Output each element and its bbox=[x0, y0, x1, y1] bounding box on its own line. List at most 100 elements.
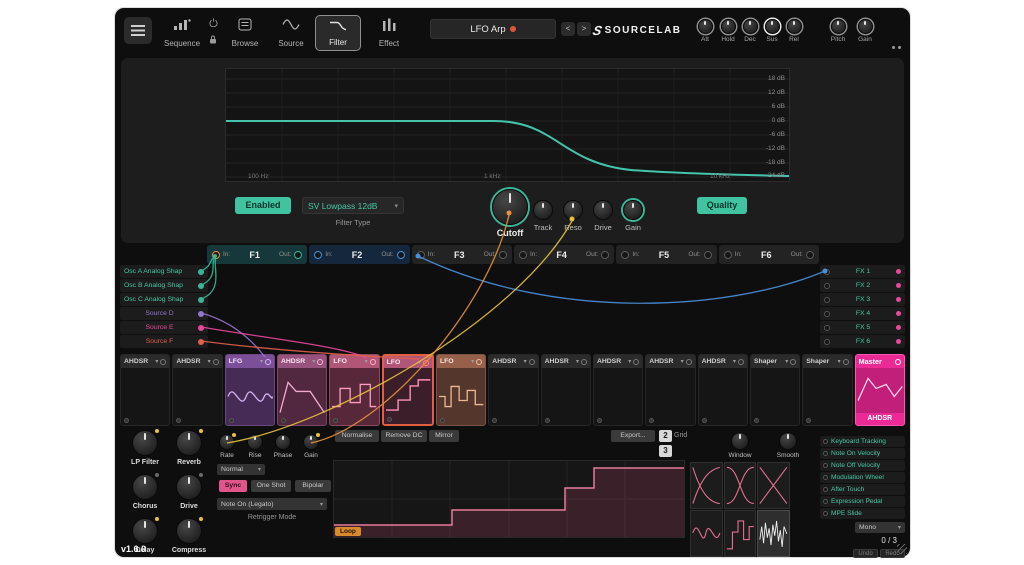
mod-output-port[interactable] bbox=[476, 358, 483, 365]
wave-preset-steps[interactable] bbox=[723, 509, 757, 557]
tab-sequence[interactable]: Sequence bbox=[159, 15, 205, 51]
fx-row[interactable]: FX 6 bbox=[820, 335, 905, 348]
drive-fx-knob[interactable]: Drive bbox=[167, 473, 211, 510]
preset-display[interactable]: LFO Arp bbox=[430, 19, 556, 39]
mod-input-port[interactable] bbox=[124, 418, 129, 423]
lock-icon[interactable] bbox=[209, 35, 217, 44]
filter-slot-f4[interactable]: In: F4 Out: bbox=[513, 245, 615, 264]
mod-output-port[interactable] bbox=[369, 358, 376, 365]
filter-out-port[interactable] bbox=[396, 250, 405, 259]
mod-output-port[interactable] bbox=[317, 358, 324, 365]
filter-in-port[interactable] bbox=[212, 250, 220, 259]
source-row[interactable]: Source F bbox=[120, 335, 208, 348]
filter-out-port[interactable] bbox=[601, 250, 610, 259]
mod-output-port[interactable] bbox=[737, 358, 744, 365]
fx-in-port[interactable] bbox=[824, 310, 830, 317]
source-port[interactable] bbox=[198, 324, 204, 331]
loop-tag[interactable]: Loop bbox=[335, 527, 361, 536]
export-button[interactable]: Export... bbox=[611, 430, 655, 442]
mod-input-port[interactable] bbox=[823, 499, 828, 504]
mod-input-port[interactable] bbox=[439, 418, 445, 423]
mod-input-port[interactable] bbox=[228, 418, 234, 423]
quality-button[interactable]: Quality bbox=[697, 197, 747, 214]
filter-out-port[interactable] bbox=[294, 250, 303, 259]
filter-slot-f5[interactable]: In: F5 Out: bbox=[616, 245, 717, 264]
fx-row[interactable]: FX 4 bbox=[820, 307, 905, 320]
mod-input-port[interactable] bbox=[701, 418, 707, 423]
modulator-slot-11[interactable]: AHDSR ▾ bbox=[645, 354, 696, 426]
mod-input-port[interactable] bbox=[823, 487, 828, 492]
fx-in-port[interactable] bbox=[824, 268, 830, 275]
wave-preset-exp[interactable] bbox=[690, 462, 723, 509]
pitch-knob[interactable]: Pitch bbox=[827, 19, 849, 43]
modulator-slot-6-selected[interactable]: LFO ▾ bbox=[381, 354, 434, 426]
filter-in-port[interactable] bbox=[723, 250, 732, 259]
lfo-gain-knob[interactable] bbox=[303, 433, 320, 450]
mod-input-row[interactable]: Modulation Wheel bbox=[820, 472, 905, 483]
wave-display[interactable] bbox=[333, 460, 685, 538]
grid-x-box[interactable]: 2 bbox=[659, 430, 672, 442]
modulator-slot-2[interactable]: AHDSR ▾ bbox=[172, 354, 223, 426]
preset-prev-button[interactable]: < bbox=[561, 22, 575, 36]
modulator-slot-4[interactable]: AHDSR ▾ bbox=[276, 354, 328, 426]
filter-slot-f1[interactable]: In: F1 Out: bbox=[207, 245, 308, 264]
window-knob[interactable] bbox=[731, 432, 749, 450]
source-row[interactable]: Osc C Analog Shap bbox=[120, 293, 208, 306]
compress-knob[interactable]: Compress bbox=[167, 517, 211, 554]
mod-input-port[interactable] bbox=[823, 475, 828, 480]
grid-y-box[interactable]: 3 bbox=[659, 445, 672, 457]
filter-out-port[interactable] bbox=[703, 250, 712, 259]
mod-output-port[interactable] bbox=[790, 358, 797, 365]
one-shot-button[interactable]: One Shot bbox=[251, 480, 291, 492]
fx-in-port[interactable] bbox=[824, 282, 830, 289]
mod-input-row[interactable]: Note On Velocity bbox=[820, 448, 905, 459]
lfo-mode-dropdown[interactable]: Normal bbox=[217, 464, 265, 475]
cutoff-knob[interactable] bbox=[492, 189, 528, 225]
wave-preset-sine[interactable] bbox=[690, 509, 723, 557]
fx-out-port[interactable] bbox=[896, 311, 901, 316]
source-row[interactable]: Osc A Analog Shap bbox=[120, 265, 208, 278]
mod-input-row[interactable]: After Touch bbox=[820, 484, 905, 495]
power-icon[interactable] bbox=[208, 18, 218, 27]
modulator-slot-1[interactable]: AHDSR ▾ bbox=[120, 354, 171, 426]
fx-row[interactable]: FX 3 bbox=[820, 293, 905, 306]
menu-button[interactable] bbox=[124, 17, 152, 44]
modulator-slot-14[interactable]: Shaper ▾ bbox=[802, 354, 853, 426]
wave-preset-noise[interactable] bbox=[757, 509, 790, 557]
drive-knob[interactable] bbox=[593, 200, 613, 220]
remove-dc-button[interactable]: Remove DC bbox=[381, 430, 427, 442]
mod-input-port[interactable] bbox=[823, 439, 828, 444]
filter-slot-f6[interactable]: In: F6 Out: bbox=[718, 245, 819, 264]
fx-row[interactable]: FX 5 bbox=[820, 321, 905, 334]
env-decay-knob[interactable]: Dec bbox=[739, 19, 761, 43]
fx-in-port[interactable] bbox=[824, 296, 830, 303]
filter-in-port[interactable] bbox=[518, 250, 527, 259]
modulator-slot-12[interactable]: AHDSR ▾ bbox=[697, 354, 748, 426]
modulator-slot-10[interactable]: AHDSR ▾ bbox=[592, 354, 644, 426]
mod-input-port[interactable] bbox=[823, 463, 828, 468]
chorus-knob[interactable]: Chorus bbox=[123, 473, 167, 510]
smooth-knob[interactable] bbox=[779, 432, 797, 450]
fx-out-port[interactable] bbox=[896, 283, 901, 288]
source-row[interactable]: Source D bbox=[120, 307, 208, 320]
mod-input-port[interactable] bbox=[596, 418, 602, 423]
reso-knob[interactable] bbox=[563, 200, 583, 220]
mod-output-port[interactable] bbox=[212, 358, 219, 365]
filter-gain-knob[interactable] bbox=[623, 200, 643, 220]
mod-input-port[interactable] bbox=[386, 417, 392, 422]
env-hold-knob[interactable]: Hold bbox=[717, 19, 739, 43]
source-port[interactable] bbox=[198, 268, 204, 275]
tab-source[interactable]: Source bbox=[271, 15, 311, 51]
mod-output-port[interactable] bbox=[633, 358, 640, 365]
mirror-button[interactable]: Mirror bbox=[429, 430, 459, 442]
track-knob[interactable] bbox=[533, 200, 553, 220]
mod-input-port[interactable] bbox=[544, 418, 550, 423]
fx-out-port[interactable] bbox=[896, 269, 901, 274]
voice-mode-dropdown[interactable]: Mono bbox=[855, 522, 905, 533]
tab-effect[interactable]: Effect bbox=[369, 15, 409, 51]
env-release-knob[interactable]: Rel bbox=[783, 19, 805, 43]
undo-button[interactable]: Undo bbox=[853, 549, 878, 558]
modulator-slot-8[interactable]: AHDSR ▾ bbox=[488, 354, 539, 426]
modulator-slot-9[interactable]: AHDSR ▾ bbox=[540, 354, 591, 426]
mod-input-row[interactable]: Keyboard Tracking bbox=[820, 436, 905, 447]
